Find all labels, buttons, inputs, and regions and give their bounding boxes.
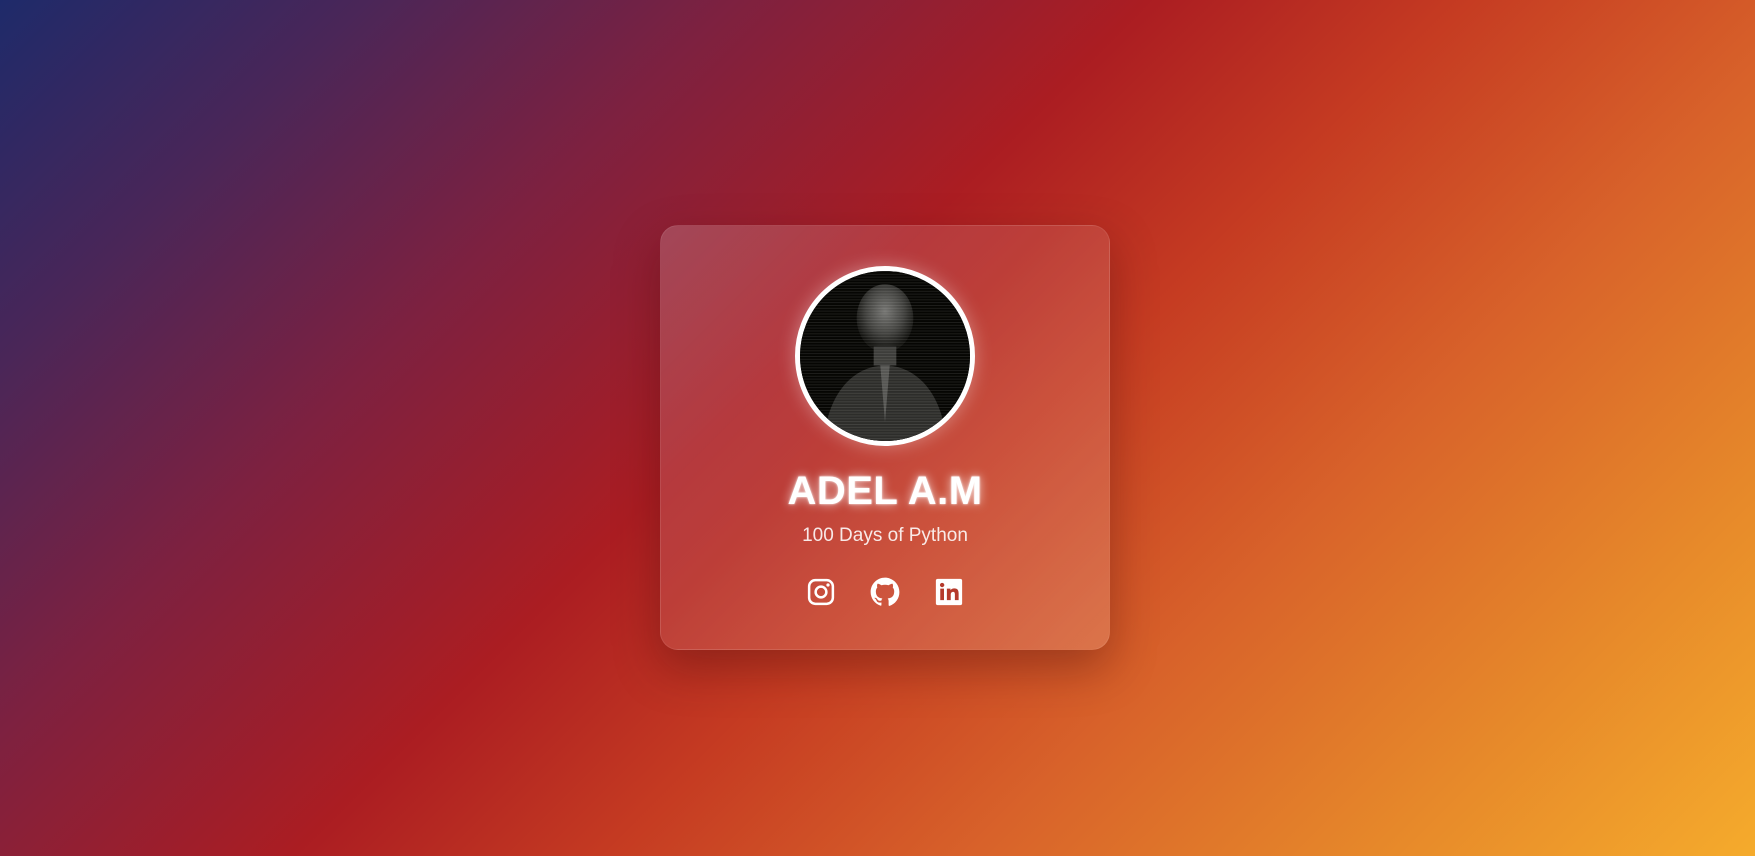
github-icon (870, 577, 900, 606)
profile-name: ADEL A.M (787, 469, 983, 513)
instagram-link[interactable] (806, 577, 836, 607)
social-links (806, 577, 964, 607)
github-link[interactable] (870, 577, 900, 607)
instagram-icon (807, 578, 835, 606)
linkedin-icon (935, 578, 963, 606)
profile-subtitle: 100 Days of Python (802, 525, 968, 546)
linkedin-link[interactable] (934, 577, 964, 607)
avatar-photo (800, 271, 970, 441)
avatar (795, 266, 975, 446)
profile-card: ADEL A.M 100 Days of Python (660, 225, 1110, 650)
